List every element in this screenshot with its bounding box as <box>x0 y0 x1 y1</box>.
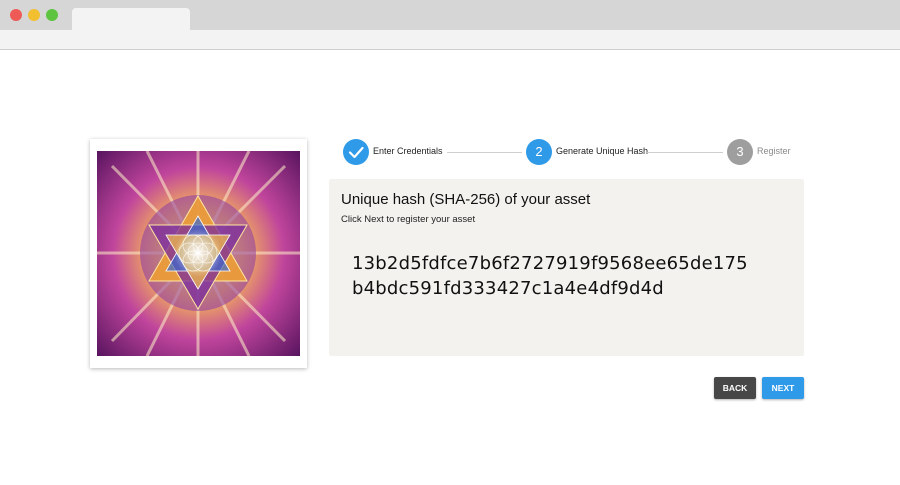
hash-panel-title: Unique hash (SHA-256) of your asset <box>341 191 591 208</box>
step-3-label: Register <box>757 146 791 156</box>
step-1-label: Enter Credentials <box>373 146 443 156</box>
hash-value-line-1: 13b2d5fdfce7b6f2727919f9568ee65de175 <box>352 253 748 274</box>
hash-panel: Unique hash (SHA-256) of your asset Clic… <box>329 179 804 356</box>
check-icon <box>348 146 364 159</box>
minimize-window-icon[interactable] <box>28 9 40 21</box>
hash-value-line-2: b4bdc591fd333427c1a4e4df9d4d <box>352 278 664 299</box>
step-2-label: Generate Unique Hash <box>556 146 649 156</box>
step-1-complete <box>343 139 369 165</box>
back-button[interactable]: BACK <box>714 377 756 399</box>
asset-image <box>97 151 300 356</box>
close-window-icon[interactable] <box>10 9 22 21</box>
step-3-number: 3 <box>727 139 753 165</box>
progress-stepper: Enter Credentials 2 Generate Unique Hash… <box>343 139 803 165</box>
step-connector <box>647 152 723 153</box>
step-connector <box>447 152 522 153</box>
hash-panel-subtitle: Click Next to register your asset <box>341 214 476 225</box>
browser-toolbar <box>0 30 900 50</box>
maximize-window-icon[interactable] <box>46 9 58 21</box>
browser-tab[interactable] <box>72 8 190 32</box>
next-button[interactable]: NEXT <box>762 377 804 399</box>
browser-chrome <box>0 0 900 50</box>
asset-image-card <box>90 139 307 368</box>
step-2-number: 2 <box>526 139 552 165</box>
